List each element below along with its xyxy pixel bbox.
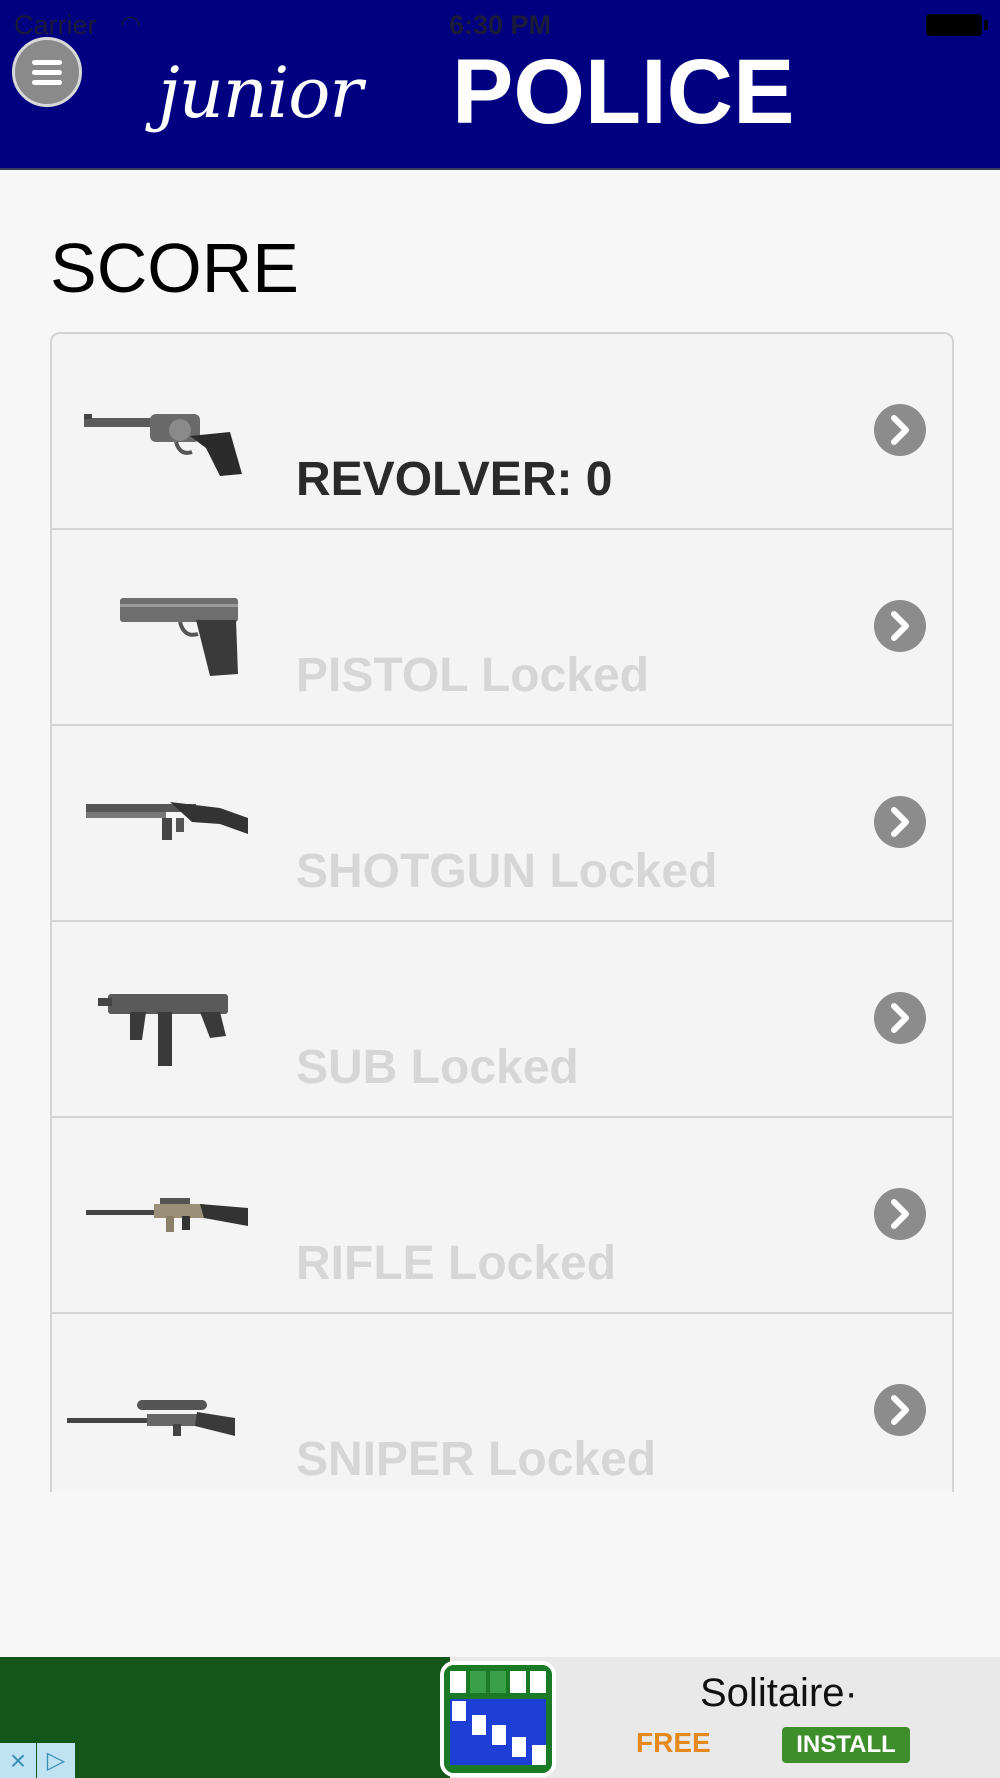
menu-icon — [32, 80, 62, 85]
chevron-right-icon[interactable] — [874, 600, 926, 652]
weapon-row-sniper[interactable]: SNIPER Locked — [52, 1314, 952, 1492]
weapon-row-rifle[interactable]: RIFLE Locked — [52, 1118, 952, 1314]
weapon-label: RIFLE Locked — [296, 1237, 617, 1290]
chevron-right-icon[interactable] — [874, 992, 926, 1044]
logo-junior: junior — [158, 52, 363, 134]
weapon-row-sub[interactable]: SUB Locked — [52, 922, 952, 1118]
menu-icon — [32, 70, 62, 75]
weapon-row-pistol[interactable]: PISTOL Locked — [52, 530, 952, 726]
page-title: SCORE — [50, 229, 299, 307]
weapon-row-revolver[interactable]: REVOLVER: 0 — [52, 334, 952, 530]
ad-free-label: FREE — [636, 1727, 711, 1758]
weapon-label: SUB Locked — [296, 1041, 579, 1094]
status-bar: Carrier ◠ 6:30 PM — [0, 6, 1000, 42]
revolver-icon — [84, 414, 242, 476]
chevron-right-icon[interactable] — [874, 404, 926, 456]
chevron-right-icon[interactable] — [874, 1188, 926, 1240]
app-header: Carrier ◠ 6:30 PM junior POLICE — [0, 0, 1000, 170]
ad-banner[interactable]: Solitaire· FREE INSTALL × ▷ — [0, 1657, 1000, 1778]
weapon-label: SNIPER Locked — [296, 1433, 657, 1486]
weapon-list: REVOLVER: 0 PISTOL Locked SHOTGUN Locked — [50, 332, 954, 1492]
adchoices-icon[interactable]: ▷ — [37, 1743, 75, 1778]
battery-icon — [926, 14, 988, 36]
weapon-label: SHOTGUN Locked — [296, 845, 718, 898]
shotgun-icon — [86, 802, 248, 840]
ad-title: Solitaire· — [700, 1671, 858, 1715]
sniper-rifle-icon — [67, 1400, 235, 1436]
pistol-icon — [120, 598, 238, 676]
submachine-gun-icon — [98, 994, 228, 1066]
weapon-label: REVOLVER: 0 — [296, 453, 613, 506]
ad-install-button[interactable]: INSTALL — [782, 1727, 910, 1763]
chevron-right-icon[interactable] — [874, 796, 926, 848]
solitaire-app-icon[interactable] — [440, 1661, 556, 1777]
clock: 6:30 PM — [448, 10, 552, 40]
menu-button[interactable] — [12, 37, 82, 107]
logo-police: POLICE — [452, 41, 795, 143]
weapon-row-shotgun[interactable]: SHOTGUN Locked — [52, 726, 952, 922]
chevron-right-icon[interactable] — [874, 1384, 926, 1436]
weapon-label: PISTOL Locked — [296, 649, 649, 702]
close-icon[interactable]: × — [0, 1743, 36, 1778]
rifle-icon — [86, 1198, 248, 1232]
menu-icon — [32, 60, 62, 65]
